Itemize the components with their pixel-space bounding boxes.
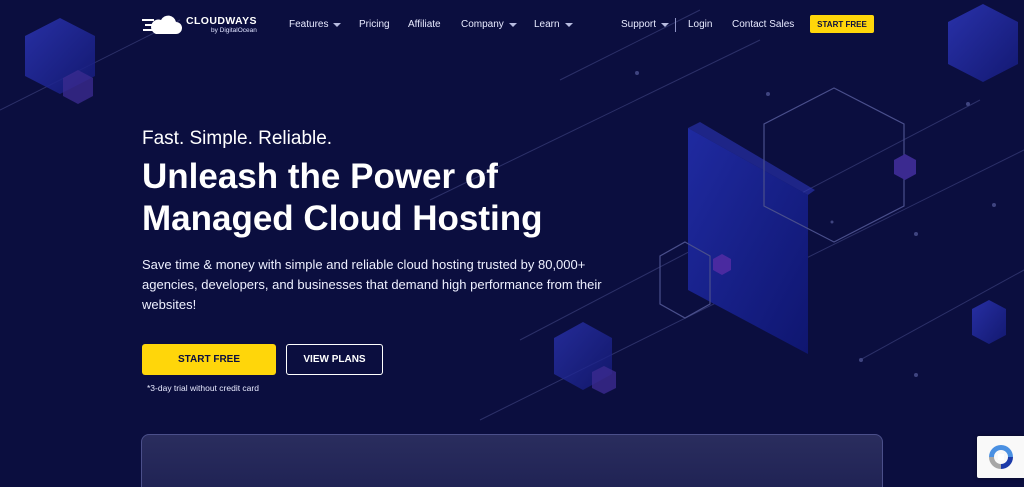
nav-contact-sales-label: Contact Sales [732, 19, 795, 30]
nav-login[interactable]: Login [688, 19, 712, 30]
hero-headline-line-2: Managed Cloud Hosting [142, 199, 543, 238]
nav-support[interactable]: Support [621, 19, 670, 30]
nav-company[interactable]: Company [461, 19, 517, 30]
hero-headline: Unleash the Power of Managed Cloud Hosti… [142, 156, 622, 240]
nav-features-label: Features [289, 19, 329, 30]
hero-headline-line-1: Unleash the Power of [142, 157, 498, 196]
caret-down-icon [564, 22, 573, 27]
nav-divider [675, 18, 676, 32]
nav-pricing[interactable]: Pricing [359, 19, 390, 30]
brand-byline: by DigitalOcean [211, 27, 257, 34]
recaptcha-icon [988, 445, 1013, 469]
recaptcha-badge[interactable] [977, 436, 1024, 478]
hero-tagline: Fast. Simple. Reliable. [142, 128, 333, 149]
nav-learn-label: Learn [534, 19, 560, 30]
hero-background [0, 4, 1024, 421]
caret-down-icon [508, 22, 517, 27]
nav-company-label: Company [461, 19, 504, 30]
nav-contact-sales[interactable]: Contact Sales [732, 19, 794, 30]
nav-login-label: Login [688, 19, 713, 30]
brand-name: CLOUDWAYS [186, 14, 257, 27]
caret-down-icon [333, 22, 342, 27]
caret-down-icon [661, 22, 670, 27]
trial-note: *3-day trial without credit card [147, 383, 259, 393]
nav-support-label: Support [621, 19, 657, 30]
nav-pricing-label: Pricing [359, 19, 390, 30]
nav-learn[interactable]: Learn [534, 19, 573, 30]
nav-affiliate-label: Affiliate [408, 19, 441, 30]
nav-start-free-button[interactable]: START FREE [810, 15, 874, 33]
brand-logo[interactable]: CLOUDWAYS by DigitalOcean [142, 14, 257, 36]
nav-affiliate[interactable]: Affiliate [408, 19, 441, 30]
view-plans-button[interactable]: VIEW PLANS [286, 344, 383, 375]
hero-description: Save time & money with simple and reliab… [142, 257, 602, 312]
start-free-button[interactable]: START FREE [142, 344, 276, 375]
cloud-logo-icon [142, 15, 182, 34]
nav-features[interactable]: Features [289, 19, 342, 30]
top-navigation: CLOUDWAYS by DigitalOcean Features Prici… [0, 0, 1024, 50]
feature-panel [141, 434, 883, 487]
